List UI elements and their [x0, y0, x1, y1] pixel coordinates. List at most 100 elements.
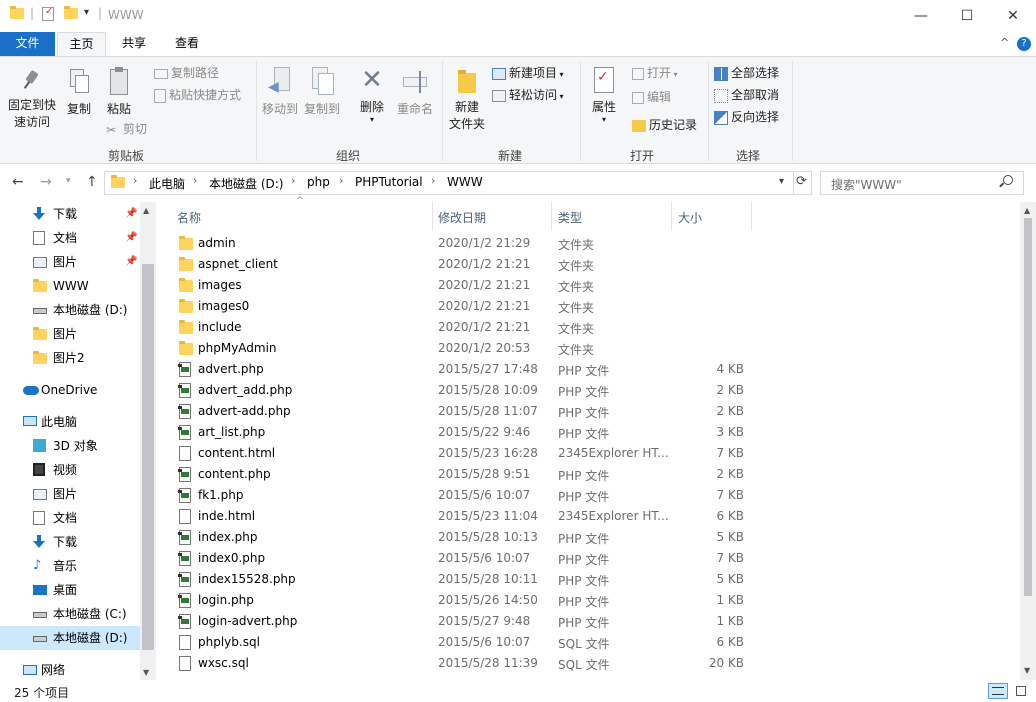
file-row[interactable]: include 2020/1/2 21:21 文件夹 [166, 317, 1020, 338]
file-row[interactable]: index.php 2015/5/28 10:13 PHP 文件 5 KB [166, 527, 1020, 548]
column-header-type[interactable]: 类型 [558, 206, 582, 230]
column-divider[interactable] [551, 202, 552, 230]
file-row[interactable]: index0.php 2015/5/6 10:07 PHP 文件 7 KB [166, 548, 1020, 569]
chevron-right-icon[interactable]: › [193, 174, 197, 187]
up-arrow-icon[interactable]: ↑ [86, 174, 98, 190]
nav-item-0[interactable]: 下载 📌 [0, 202, 140, 226]
paste-button[interactable]: 粘贴 [102, 67, 136, 118]
search-icon[interactable] [999, 175, 1013, 188]
select-all-button[interactable]: 全部选择 [714, 63, 779, 83]
nav-item-10[interactable]: 视频 [0, 458, 140, 482]
recent-locations-icon[interactable]: ▾ [66, 176, 71, 186]
select-none-button[interactable]: 全部取消 [714, 85, 779, 105]
open-button[interactable]: 打开 ▾ [632, 63, 678, 83]
delete-button[interactable]: ✕ 删除 ▾ [354, 65, 390, 124]
file-row[interactable]: login.php 2015/5/26 14:50 PHP 文件 1 KB [166, 590, 1020, 611]
cut-button[interactable]: ✂ 剪切 [106, 119, 147, 139]
file-row[interactable]: fk1.php 2015/5/6 10:07 PHP 文件 7 KB [166, 485, 1020, 506]
column-header-name[interactable]: 名称 [177, 206, 201, 230]
help-button[interactable]: ? [1017, 37, 1031, 51]
move-to-button[interactable]: ◀ 移动到 [260, 67, 300, 118]
nav-item-7[interactable]: OneDrive [0, 378, 140, 402]
maximize-button[interactable]: ☐ [944, 0, 990, 32]
breadcrumb-this-pc[interactable]: 此电脑 [149, 175, 185, 192]
chevron-down-icon[interactable]: ▾ [779, 176, 784, 187]
pin-icon[interactable]: 📌 [125, 202, 137, 226]
nav-item-1[interactable]: 文档 📌 [0, 226, 140, 250]
chevron-right-icon[interactable]: › [291, 174, 295, 187]
file-row[interactable]: phplyb.sql 2015/5/6 10:07 SQL 文件 6 KB [166, 632, 1020, 653]
column-header-size[interactable]: 大小 [678, 206, 702, 230]
file-row[interactable]: advert-add.php 2015/5/28 11:07 PHP 文件 2 KB [166, 401, 1020, 422]
nav-item-13[interactable]: 下载 [0, 530, 140, 554]
new-folder-button[interactable]: 新建 文件夹 [446, 67, 488, 133]
edit-button[interactable]: 编辑 [632, 87, 671, 107]
file-row[interactable]: art_list.php 2015/5/22 9:46 PHP 文件 3 KB [166, 422, 1020, 443]
tab-home[interactable]: 主页 [57, 32, 106, 57]
address-bar[interactable]: › 此电脑 › 本地磁盘 (D:) › php › PHPTutorial › … [104, 171, 812, 195]
nav-scrollbar[interactable]: ▲ ▼ [140, 202, 156, 680]
tab-view[interactable]: 查看 [164, 32, 210, 56]
file-row[interactable]: wxsc.sql 2015/5/28 11:39 SQL 文件 20 KB [166, 653, 1020, 674]
refresh-icon[interactable]: ⟳ [796, 174, 807, 189]
copy-button[interactable]: 复制 [62, 69, 96, 118]
properties-button[interactable]: ✓ 属性 ▾ [586, 67, 622, 124]
paste-shortcut-button[interactable]: 粘贴快捷方式 [154, 85, 241, 105]
nav-item-9[interactable]: 3D 对象 [0, 434, 140, 458]
file-row[interactable]: aspnet_client 2020/1/2 21:21 文件夹 [166, 254, 1020, 275]
tab-share[interactable]: 共享 [112, 32, 156, 56]
file-row[interactable]: content.php 2015/5/28 9:51 PHP 文件 2 KB [166, 464, 1020, 485]
file-row[interactable]: phpMyAdmin 2020/1/2 20:53 文件夹 [166, 338, 1020, 359]
breadcrumb-www[interactable]: WWW [447, 175, 483, 189]
file-row[interactable]: admin 2020/1/2 21:29 文件夹 [166, 233, 1020, 254]
chevron-right-icon[interactable]: › [133, 174, 137, 187]
file-list-scroll-thumb[interactable] [1024, 218, 1032, 596]
close-button[interactable]: ✕ [990, 0, 1036, 32]
details-view-button[interactable] [988, 683, 1008, 699]
nav-item-16[interactable]: 本地磁盘 (C:) [0, 602, 140, 626]
nav-item-14[interactable]: ♪ 音乐 [0, 554, 140, 578]
breadcrumb-php[interactable]: php [307, 175, 330, 189]
file-row[interactable]: advert.php 2015/5/27 17:48 PHP 文件 4 KB [166, 359, 1020, 380]
back-arrow-icon[interactable]: ← [12, 174, 24, 190]
minimize-button[interactable]: — [898, 0, 944, 32]
nav-item-12[interactable]: 文档 [0, 506, 140, 530]
column-header-date[interactable]: 修改日期 [438, 206, 486, 230]
nav-item-15[interactable]: 桌面 [0, 578, 140, 602]
column-divider[interactable] [751, 202, 752, 230]
pin-to-quick-access-button[interactable]: 固定到快 速访问 [4, 69, 60, 131]
new-folder-icon[interactable] [64, 6, 78, 19]
nav-item-3[interactable]: WWW [0, 274, 140, 298]
history-button[interactable]: 历史记录 [632, 115, 697, 135]
pin-icon[interactable]: 📌 [125, 250, 137, 274]
file-row[interactable]: images 2020/1/2 21:21 文件夹 [166, 275, 1020, 296]
collapse-ribbon-button[interactable]: ^ [1000, 36, 1009, 49]
scroll-down-icon[interactable]: ▼ [1024, 666, 1030, 675]
new-item-button[interactable]: 新建项目 ▾ [492, 63, 564, 83]
rename-button[interactable]: 重命名 [394, 67, 436, 118]
properties-icon[interactable]: ✓ [42, 6, 54, 21]
search-input[interactable]: 搜索"WWW" [831, 176, 902, 193]
file-row[interactable]: index15528.php 2015/5/28 10:11 PHP 文件 5 KB [166, 569, 1020, 590]
file-row[interactable]: inde.html 2015/5/23 11:04 2345Explorer HT.… [166, 506, 1020, 527]
nav-scroll-thumb[interactable] [142, 264, 154, 650]
scroll-up-icon[interactable]: ▲ [1024, 206, 1030, 215]
nav-item-8[interactable]: 此电脑 [0, 410, 140, 434]
file-list-scrollbar[interactable]: ▲ ▼ [1020, 202, 1036, 680]
breadcrumb-phptutorial[interactable]: PHPTutorial [355, 175, 423, 189]
nav-item-5[interactable]: 图片 [0, 322, 140, 346]
file-row[interactable]: advert_add.php 2015/5/28 10:09 PHP 文件 2 KB [166, 380, 1020, 401]
column-divider[interactable] [432, 202, 433, 230]
easy-access-button[interactable]: 轻松访问 ▾ [492, 85, 564, 105]
nav-item-2[interactable]: 图片 📌 [0, 250, 140, 274]
file-row[interactable]: login-advert.php 2015/5/27 9:48 PHP 文件 1 KB [166, 611, 1020, 632]
scroll-up-icon[interactable]: ▲ [143, 206, 149, 215]
large-icons-view-button[interactable] [1012, 683, 1032, 699]
tab-file[interactable]: 文件 [0, 32, 55, 56]
chevron-right-icon[interactable]: › [339, 174, 343, 187]
nav-item-17[interactable]: 本地磁盘 (D:) [0, 626, 140, 650]
forward-arrow-icon[interactable]: → [40, 174, 52, 190]
scroll-down-icon[interactable]: ▼ [143, 668, 149, 677]
copy-to-button[interactable]: 复制到 [302, 67, 342, 118]
search-box[interactable]: 搜索"WWW" [820, 171, 1024, 195]
